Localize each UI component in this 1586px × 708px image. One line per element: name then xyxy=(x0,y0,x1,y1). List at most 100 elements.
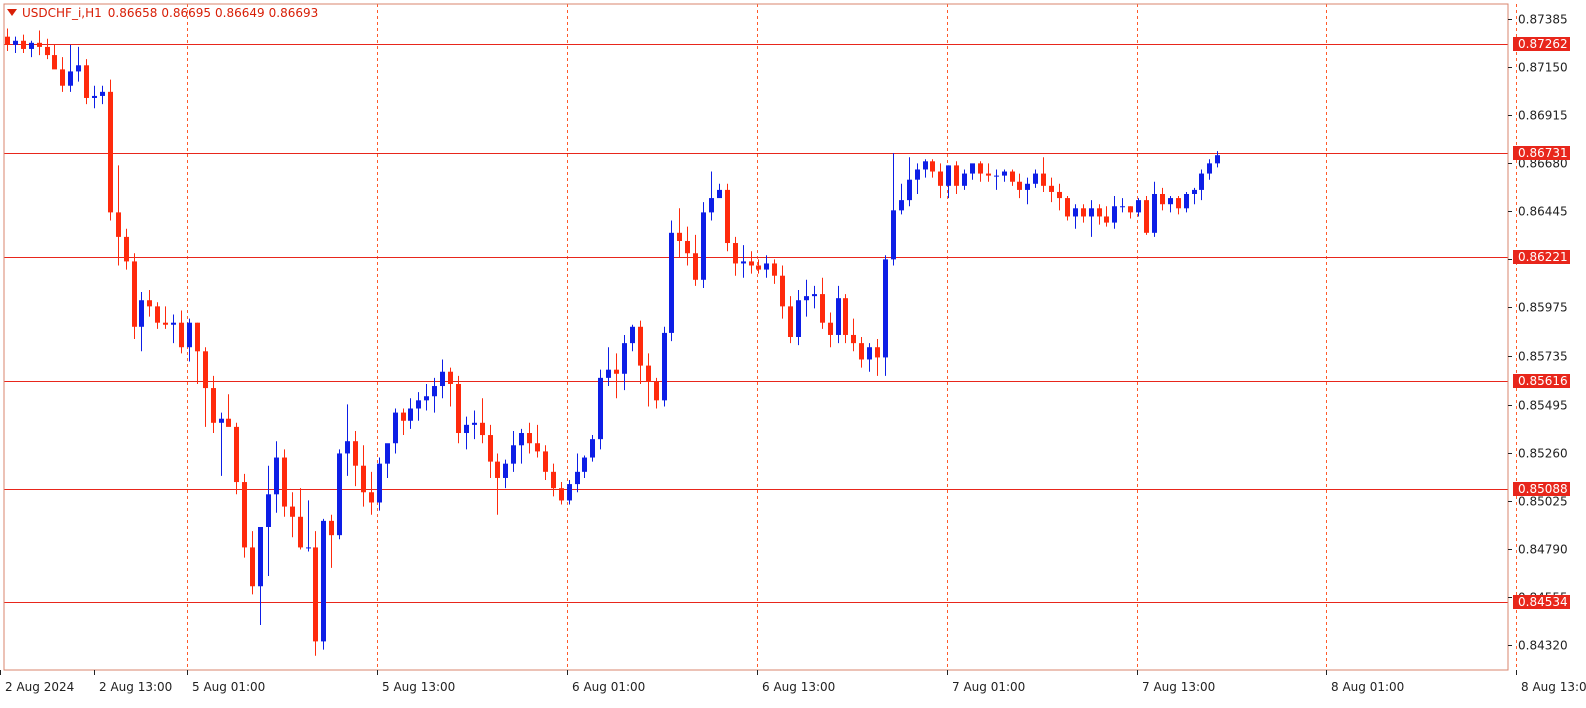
symbol-info: USDCHF_i,H1 0.86658 0.86695 0.86649 0.86693 xyxy=(7,6,322,20)
candle-body xyxy=(313,547,318,642)
candle-body xyxy=(321,520,326,642)
candle-body xyxy=(820,294,825,323)
candle xyxy=(306,500,311,552)
candle-body xyxy=(1073,208,1078,217)
price-tag-label: 0.87262 xyxy=(1518,37,1568,51)
candle xyxy=(598,369,603,450)
candle xyxy=(1144,196,1149,235)
candle xyxy=(843,294,848,344)
candle-body xyxy=(756,265,761,270)
candle-body xyxy=(306,547,311,549)
horizontal-levels[interactable] xyxy=(4,44,1508,603)
candle-body xyxy=(203,351,208,389)
candle-body xyxy=(535,443,540,452)
candle-body xyxy=(1176,198,1181,209)
collapse-triangle-icon[interactable] xyxy=(7,9,17,16)
candle-body xyxy=(503,463,508,478)
candle-body xyxy=(915,169,920,180)
candle xyxy=(226,394,231,427)
candle xyxy=(1025,177,1030,205)
candle xyxy=(488,424,493,478)
candle xyxy=(1097,204,1102,225)
candle-body xyxy=(424,396,429,401)
candle-body xyxy=(163,322,168,325)
candle xyxy=(266,465,271,577)
candle xyxy=(559,482,564,505)
candle-body xyxy=(780,275,785,307)
candle-body xyxy=(1207,163,1212,174)
candle-body xyxy=(749,261,754,266)
candle-body xyxy=(638,326,643,366)
price-tick-label: 0.85260 xyxy=(1518,447,1568,461)
candle-body xyxy=(630,326,635,344)
candle xyxy=(614,353,619,399)
candle-body xyxy=(1041,173,1046,186)
candle xyxy=(701,202,706,288)
candle-body xyxy=(828,322,833,335)
candle xyxy=(408,398,413,429)
candle-body xyxy=(875,347,880,358)
candle-body xyxy=(677,232,682,241)
candle xyxy=(709,171,714,221)
price-tick-label: 0.87385 xyxy=(1518,13,1568,27)
candle xyxy=(677,208,682,258)
candle-body xyxy=(622,343,627,374)
candle-body xyxy=(994,175,999,177)
candle-body xyxy=(1089,208,1094,217)
candle xyxy=(147,290,152,317)
candle xyxy=(480,398,485,444)
candle xyxy=(669,220,674,342)
candle xyxy=(369,471,374,515)
candle-body xyxy=(234,426,239,483)
candle xyxy=(1073,204,1078,229)
candle-body xyxy=(1002,171,1007,176)
candle-body xyxy=(124,236,129,262)
candle xyxy=(820,277,825,329)
candle-body xyxy=(416,400,421,409)
candle-body xyxy=(274,457,279,495)
candle-body xyxy=(851,334,856,344)
price-tick-label: 0.86445 xyxy=(1518,205,1568,219)
candle xyxy=(1089,200,1094,237)
candle xyxy=(100,85,105,105)
plot-frame xyxy=(3,3,1509,671)
candle-body xyxy=(1112,206,1117,223)
candle-body xyxy=(282,457,287,507)
candle-body xyxy=(1065,198,1070,217)
high-value: 0.86695 xyxy=(161,6,212,20)
candle-body xyxy=(764,263,769,270)
time-tick-label: 8 Aug 13:00 xyxy=(1521,680,1586,694)
price-tag-label: 0.86731 xyxy=(1518,146,1568,160)
candle-body xyxy=(21,40,26,49)
candle-body xyxy=(353,441,358,466)
candle-body xyxy=(543,451,548,472)
candlesticks xyxy=(5,28,1220,656)
time-tick-label: 6 Aug 13:00 xyxy=(762,680,835,694)
candle-body xyxy=(1215,155,1220,164)
time-tick-label: 5 Aug 01:00 xyxy=(192,680,265,694)
candle-body xyxy=(788,306,793,337)
candle xyxy=(725,183,730,252)
candle xyxy=(440,359,445,399)
price-chart[interactable]: 0.873850.871500.869150.866800.864450.862… xyxy=(0,0,1586,708)
candle xyxy=(353,430,358,487)
candle xyxy=(685,226,690,266)
candle-body xyxy=(741,261,746,264)
candle xyxy=(804,279,809,317)
candle-body xyxy=(250,547,255,587)
candle-body xyxy=(693,253,698,280)
candle xyxy=(393,408,398,454)
candle-body xyxy=(100,91,105,96)
candle xyxy=(930,159,935,178)
candle-body xyxy=(559,488,564,501)
candle xyxy=(274,441,279,513)
candle xyxy=(986,163,991,182)
candle xyxy=(859,337,864,368)
candle xyxy=(155,302,160,329)
candle xyxy=(1176,196,1181,215)
candle-body xyxy=(567,484,572,501)
candle xyxy=(1065,196,1070,221)
candle xyxy=(1104,206,1109,227)
candle-body xyxy=(195,322,200,352)
candle-body xyxy=(551,471,556,489)
